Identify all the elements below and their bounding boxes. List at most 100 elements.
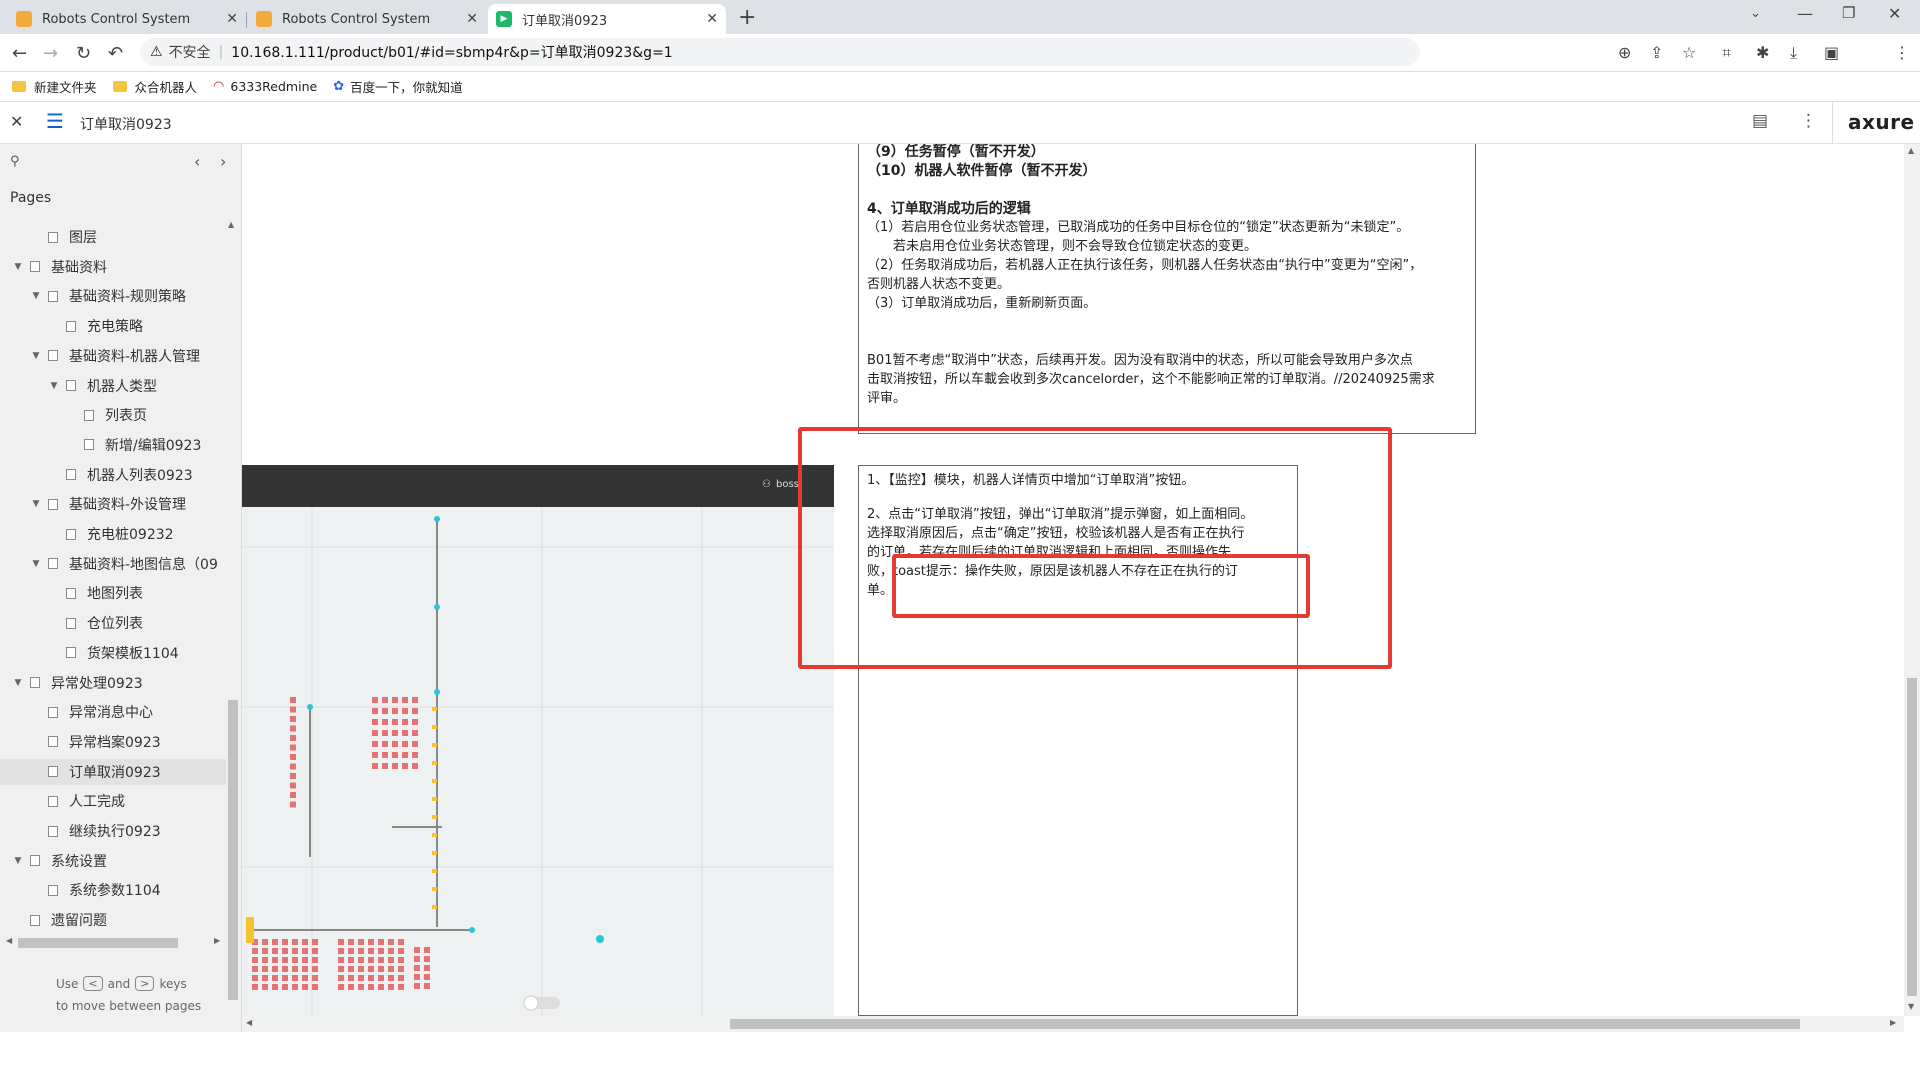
page-tree-label: 基础资料-外设管理 — [69, 497, 187, 514]
sidebar-scrollbar[interactable]: ▲ — [226, 220, 238, 1080]
page-tree-item[interactable]: 图层 — [0, 224, 226, 250]
expand-arrow-icon[interactable]: ▼ — [28, 499, 44, 509]
page-tree-item[interactable]: 遗留问题 — [0, 907, 226, 933]
page-tree-item[interactable]: 继续执行0923 — [0, 818, 226, 844]
note-line: （9）任务暂停（暂不开发） — [867, 144, 1045, 160]
page-tree-item[interactable]: 系统参数1104 — [0, 877, 226, 903]
page-tree-label: 机器人列表0923 — [87, 467, 193, 484]
bookmark-item[interactable]: 众合机器人 — [112, 77, 197, 96]
sidebar-hscrollbar[interactable]: ◀ ▶ — [6, 936, 226, 948]
shelf-cell — [382, 697, 388, 703]
close-sidebar-icon[interactable]: ✕ — [10, 112, 23, 131]
shelf-cell — [414, 983, 420, 989]
map-preview-panel: ⚇ boss — [242, 465, 834, 1016]
close-tab-icon[interactable]: ✕ — [466, 11, 478, 27]
expand-arrow-icon[interactable]: ▼ — [46, 381, 62, 391]
expand-arrow-icon[interactable]: ▼ — [28, 351, 44, 361]
pages-menu-icon[interactable]: ☰ — [46, 109, 64, 133]
shelf-cell — [398, 948, 404, 954]
forward-icon[interactable]: → — [43, 43, 58, 64]
shelf-cell — [388, 939, 394, 945]
canvas-vertical-scrollbar[interactable]: ▲ ▼ — [1904, 144, 1920, 1016]
expand-arrow-icon[interactable]: ▼ — [28, 291, 44, 301]
side-panel-icon[interactable]: ▣ — [1824, 43, 1839, 62]
page-tree-item[interactable]: 充电策略 — [0, 313, 226, 339]
download-icon[interactable]: ⤓ — [1790, 43, 1797, 63]
page-tree-item[interactable]: 地图列表 — [0, 580, 226, 606]
page-tree-item[interactable]: 充电桩09232 — [0, 521, 226, 547]
reload-icon[interactable]: ↻ — [76, 43, 91, 64]
shelf-cell — [252, 984, 258, 990]
browser-tab-2[interactable]: Robots Control System ✕ — [248, 4, 486, 34]
shelf-cell — [290, 763, 296, 770]
browser-tab-active[interactable]: ▶ 订单取消0923 ✕ — [488, 4, 726, 34]
pages-heading: Pages — [10, 190, 52, 206]
robot-marker — [432, 761, 437, 765]
bookmark-item[interactable]: 新建文件夹 — [12, 77, 97, 96]
shelf-cell — [302, 975, 308, 981]
shelf-cell — [392, 708, 398, 714]
canvas-horizontal-scrollbar[interactable]: ◀ ▶ — [242, 1016, 1904, 1032]
page-tree-item[interactable]: ▼ 基础资料-机器人管理 — [0, 343, 226, 369]
page-tree-item[interactable]: ▼ 基础资料-地图信息（09 — [0, 551, 226, 577]
bookmark-item[interactable]: ◠ 6333Redmine — [213, 79, 317, 94]
crop-icon[interactable]: ⌗ — [1722, 43, 1731, 63]
page-tree-item[interactable]: 异常消息中心 — [0, 699, 226, 725]
browser-menu-icon[interactable]: ⋮ — [1894, 43, 1910, 62]
robot-marker — [432, 797, 437, 801]
expand-arrow-icon[interactable]: ▼ — [28, 559, 44, 569]
page-tree-item[interactable]: 订单取消0923 — [0, 758, 226, 785]
close-tab-icon[interactable]: ✕ — [706, 11, 718, 27]
page-tree-item[interactable]: ▼ 基础资料-规则策略 — [0, 283, 226, 309]
expand-arrow-icon[interactable]: ▼ — [10, 262, 26, 272]
note-line: （10）机器人软件暂停（暂不开发） — [867, 163, 1097, 179]
extensions-icon[interactable]: ✱ — [1756, 43, 1769, 62]
page-tree-item[interactable]: 列表页 — [0, 402, 226, 428]
new-tab-button[interactable]: + — [738, 5, 756, 30]
page-tree-item[interactable]: ▼ 机器人类型 — [0, 373, 226, 399]
close-tab-icon[interactable]: ✕ — [226, 11, 238, 27]
zoom-icon[interactable]: ⊕ — [1618, 43, 1631, 62]
page-tree-item[interactable]: 新增/编辑0923 — [0, 432, 226, 458]
page-tree-item[interactable]: 机器人列表0923 — [0, 462, 226, 488]
shelf-cell — [414, 965, 420, 971]
page-tree-item[interactable]: 人工完成 — [0, 788, 226, 814]
page-tree-item[interactable]: ▼ 系统设置 — [0, 848, 226, 874]
page-doc-icon — [84, 439, 94, 451]
address-bar[interactable]: ⚠ 不安全 | 10.168.1.111/product/b01/#id=sbm… — [140, 38, 1420, 66]
bookmarks-bar: 新建文件夹 众合机器人 ◠ 6333Redmine ✿ 百度一下，你就知道 — [0, 72, 1920, 102]
restore-icon[interactable]: ❐ — [1842, 4, 1855, 22]
url-text[interactable]: 10.168.1.111/product/b01/#id=sbmp4r&p=订单… — [231, 42, 672, 62]
robot-favicon-icon — [16, 11, 32, 27]
shelf-cell — [348, 966, 354, 972]
shelf-cell — [312, 939, 318, 945]
bookmark-item[interactable]: ✿ 百度一下，你就知道 — [333, 77, 462, 96]
page-tree-item[interactable]: 异常档案0923 — [0, 729, 226, 755]
prev-page-icon[interactable]: ‹ — [194, 152, 200, 171]
share-icon[interactable]: ⇪ — [1650, 43, 1663, 62]
back-icon[interactable]: ← — [12, 43, 27, 64]
expand-arrow-icon[interactable]: ▼ — [10, 856, 26, 866]
page-doc-icon — [66, 380, 76, 391]
notes-icon[interactable]: ▤ — [1752, 111, 1768, 131]
minimize-icon[interactable]: — — [1797, 4, 1813, 23]
page-tree-item[interactable]: ▼ 基础资料 — [0, 254, 226, 280]
page-tree-item[interactable]: ▼ 基础资料-外设管理 — [0, 491, 226, 517]
page-tree-item[interactable]: ▼ 异常处理0923 — [0, 670, 226, 696]
browser-tab-1[interactable]: Robots Control System ✕ — [8, 4, 247, 34]
tab-search-icon[interactable]: ⌄ — [1750, 6, 1761, 21]
window-close-icon[interactable]: ✕ — [1888, 4, 1901, 23]
page-tree-item[interactable]: 仓位列表 — [0, 610, 226, 636]
page-tree-item[interactable]: 货架模板1104 — [0, 640, 226, 666]
next-page-icon[interactable]: › — [220, 152, 226, 171]
shelf-cell — [272, 948, 278, 954]
expand-arrow-icon[interactable]: ▼ — [10, 678, 26, 688]
page-doc-icon — [66, 647, 76, 659]
shelf-cell — [402, 763, 408, 769]
search-icon[interactable]: ⚲ — [10, 154, 20, 169]
bookmark-star-icon[interactable]: ☆ — [1682, 43, 1696, 62]
page-tree-label: 基础资料-规则策略 — [69, 289, 187, 306]
more-menu-icon[interactable]: ⋮ — [1800, 111, 1817, 131]
undo-icon[interactable]: ↶ — [108, 43, 123, 64]
shelf-cell — [348, 984, 354, 990]
